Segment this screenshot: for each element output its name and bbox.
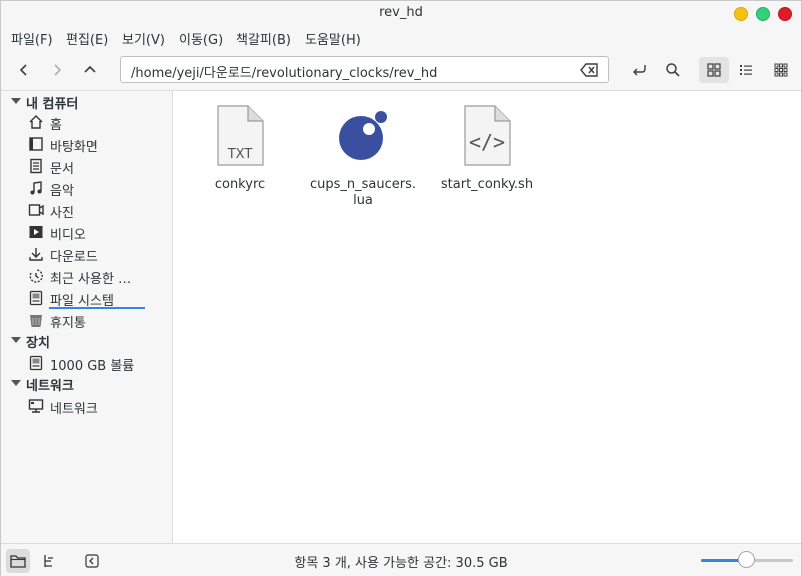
icon-view-button[interactable] xyxy=(699,57,729,83)
maximize-button[interactable] xyxy=(756,7,770,21)
sidebar: 내 컴퓨터 홈 바탕화면 문서 음악 사진 비디오 다운로드 최근 사용한 … … xyxy=(1,91,173,543)
sidebar-item-music[interactable]: 음악 xyxy=(27,178,167,199)
sidebar-item-label: 다운로드 xyxy=(50,250,98,265)
chevron-left-icon xyxy=(19,64,27,76)
sidebar-item-desktop[interactable]: 바탕화면 xyxy=(27,134,167,155)
menu-bar: 파일(F) 편집(E) 보기(V) 이동(G) 책갈피(B) 도움말(H) xyxy=(1,25,801,49)
lua-file-icon xyxy=(339,111,387,160)
status-bar: 항목 3 개, 사용 가능한 공간: 30.5 GB xyxy=(1,543,801,576)
desktop-icon xyxy=(27,135,45,153)
drive-icon xyxy=(27,289,45,307)
network-icon xyxy=(27,397,45,415)
sidebar-item-label: 1000 GB 볼륨 xyxy=(50,359,135,374)
sidebar-item-label: 휴지통 xyxy=(50,316,86,331)
drive-icon xyxy=(27,354,45,372)
list-icon xyxy=(740,65,752,75)
sidebar-item-recent[interactable]: 최근 사용한 … xyxy=(27,266,167,287)
clear-location-button[interactable] xyxy=(580,61,600,79)
chevron-up-icon xyxy=(84,65,96,73)
up-button[interactable] xyxy=(79,59,101,81)
document-icon xyxy=(27,157,45,175)
search-icon xyxy=(666,63,680,77)
sidebar-item-label: 음악 xyxy=(50,184,74,199)
window-title: rev_hd xyxy=(379,5,423,20)
toggle-location-button[interactable] xyxy=(628,59,650,81)
menu-help[interactable]: 도움말(H) xyxy=(305,29,361,48)
home-icon xyxy=(27,113,45,131)
sidebar-item-home[interactable]: 홈 xyxy=(27,112,167,133)
file-name: conkyrc xyxy=(214,177,266,192)
video-icon xyxy=(27,223,45,241)
file-badge: </> xyxy=(469,130,505,154)
toolbar: /home/yeji/다운로드/revolutionary_clocks/rev… xyxy=(1,49,801,91)
expand-arrow-icon xyxy=(11,380,21,386)
sidebar-item-label: 사진 xyxy=(50,206,74,221)
location-input[interactable]: /home/yeji/다운로드/revolutionary_clocks/rev… xyxy=(131,62,437,81)
section-title: 네트워크 xyxy=(26,379,74,394)
backspace-icon xyxy=(580,63,598,77)
chevron-right-icon xyxy=(54,64,62,76)
section-title: 장치 xyxy=(26,336,50,351)
active-indicator xyxy=(49,307,145,309)
text-file-icon: TXT xyxy=(217,105,264,166)
title-bar[interactable]: rev_hd xyxy=(1,1,801,25)
minimize-button[interactable] xyxy=(734,7,748,21)
menu-bookmarks[interactable]: 책갈피(B) xyxy=(236,29,291,48)
expand-arrow-icon xyxy=(11,337,21,343)
close-button[interactable] xyxy=(778,7,792,21)
file-badge: TXT xyxy=(227,147,253,162)
file-view[interactable]: TXT conkyrc cups_n_saucers. lua </> star… xyxy=(173,91,801,543)
sidebar-item-pictures[interactable]: 사진 xyxy=(27,200,167,221)
sidebar-item-documents[interactable]: 문서 xyxy=(27,156,167,177)
file-item[interactable]: TXT conkyrc xyxy=(180,105,300,193)
sidebar-item-videos[interactable]: 비디오 xyxy=(27,222,167,243)
search-button[interactable] xyxy=(662,59,684,81)
sidebar-item-downloads[interactable]: 다운로드 xyxy=(27,244,167,265)
recent-icon xyxy=(27,267,45,285)
section-title: 내 컴퓨터 xyxy=(26,97,79,112)
status-text: 항목 3 개, 사용 가능한 공간: 30.5 GB xyxy=(294,556,508,571)
sidebar-item-filesystem[interactable]: 파일 시스템 xyxy=(27,288,167,309)
zoom-slider-handle[interactable] xyxy=(738,551,755,568)
menu-view[interactable]: 보기(V) xyxy=(122,29,165,48)
sidebar-item-label: 홈 xyxy=(50,118,62,133)
sidebar-item-label: 최근 사용한 … xyxy=(50,272,132,287)
sidebar-item-label: 네트워크 xyxy=(50,402,98,417)
menu-file[interactable]: 파일(F) xyxy=(11,29,53,48)
file-name: cups_n_saucers. lua xyxy=(309,177,417,208)
music-icon xyxy=(27,179,45,197)
compact-grid-icon xyxy=(774,63,788,77)
grid-icon xyxy=(707,63,721,77)
file-item[interactable]: cups_n_saucers. lua xyxy=(303,105,423,209)
sidebar-item-trash[interactable]: 휴지통 xyxy=(27,310,167,331)
compact-view-button[interactable] xyxy=(770,59,792,81)
back-button[interactable] xyxy=(13,59,35,81)
trash-icon xyxy=(27,311,45,329)
list-view-button[interactable] xyxy=(735,59,757,81)
menu-edit[interactable]: 편집(E) xyxy=(66,29,108,48)
sidebar-item-label: 바탕화면 xyxy=(50,140,98,155)
sidebar-item-label: 문서 xyxy=(50,162,74,177)
file-item[interactable]: </> start_conky.sh xyxy=(427,105,547,193)
return-icon xyxy=(633,65,646,76)
file-manager-window: rev_hd 파일(F) 편집(E) 보기(V) 이동(G) 책갈피(B) 도움… xyxy=(0,0,802,576)
expand-arrow-icon xyxy=(11,98,21,104)
location-bar[interactable]: /home/yeji/다운로드/revolutionary_clocks/rev… xyxy=(120,56,609,83)
picture-icon xyxy=(27,201,45,219)
file-name: start_conky.sh xyxy=(440,177,534,192)
download-icon xyxy=(27,245,45,263)
menu-go[interactable]: 이동(G) xyxy=(179,29,223,48)
script-file-icon: </> xyxy=(464,105,511,166)
sidebar-item-label: 비디오 xyxy=(50,228,86,243)
forward-button[interactable] xyxy=(46,59,68,81)
sidebar-item-network[interactable]: 네트워크 xyxy=(27,396,167,417)
sidebar-item-volume[interactable]: 1000 GB 볼륨 xyxy=(27,353,167,374)
